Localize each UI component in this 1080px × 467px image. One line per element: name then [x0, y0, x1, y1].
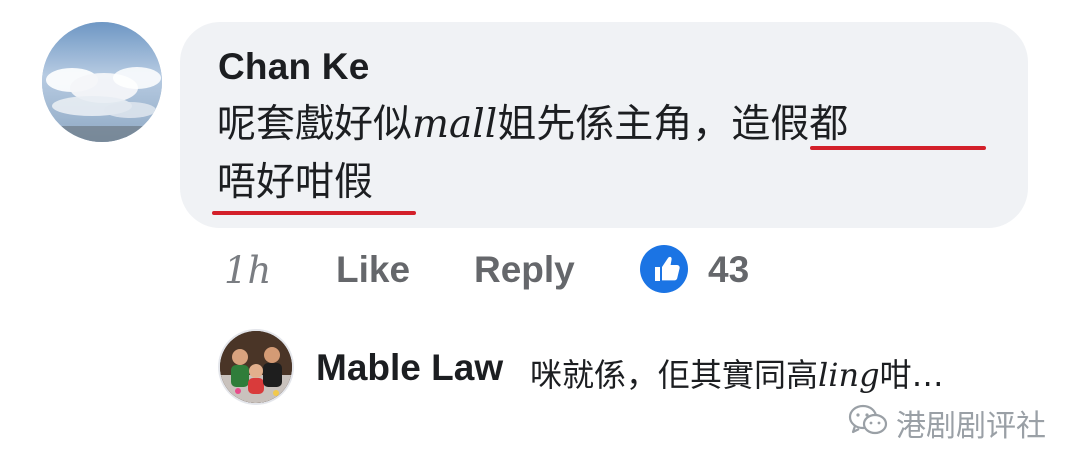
- red-underline: [212, 211, 416, 215]
- family-photo-image: [220, 331, 292, 403]
- watermark-label: 港剧剧评社: [896, 409, 1046, 444]
- reply-author-avatar[interactable]: [220, 331, 292, 403]
- reply-snippet: 咪就係，佢其實同高ling咁…: [530, 350, 944, 396]
- commenter-avatar[interactable]: [42, 22, 162, 142]
- red-underline: [810, 146, 986, 150]
- wechat-icon: [848, 404, 888, 435]
- reply-text-segment: 咪就係，佢其實同高: [530, 356, 819, 394]
- thumbs-up-icon[interactable]: [640, 245, 688, 293]
- comment-text-segment: 呢套戲好似: [217, 102, 413, 147]
- comment-text-underlined: 唔好咁假: [217, 160, 374, 205]
- reply-text-latin: ling: [818, 356, 880, 394]
- comment-bubble: Chan Ke 呢套戲好似mall姐先係主角，造假都 唔好咁假: [180, 22, 1028, 228]
- like-button[interactable]: Like: [336, 249, 410, 291]
- reply-button[interactable]: Reply: [474, 249, 575, 291]
- watermark: 港剧剧评社: [848, 401, 1046, 444]
- sky-clouds-image: [42, 22, 162, 142]
- comment-timestamp[interactable]: 1h: [224, 249, 271, 292]
- comment-text-latin: mall: [412, 102, 498, 147]
- reply-author-name[interactable]: Mable Law: [316, 347, 503, 389]
- reaction-count[interactable]: 43: [708, 249, 749, 291]
- comment-text-segment: 姐先係主角，: [497, 102, 732, 147]
- reply-text-segment: 咁…: [879, 356, 944, 394]
- comment-text: 呢套戲好似mall姐先係主角，造假都 唔好咁假: [217, 96, 1007, 212]
- comment-author-name[interactable]: Chan Ke: [218, 46, 369, 88]
- comment-text-underlined: 造假都: [731, 102, 849, 147]
